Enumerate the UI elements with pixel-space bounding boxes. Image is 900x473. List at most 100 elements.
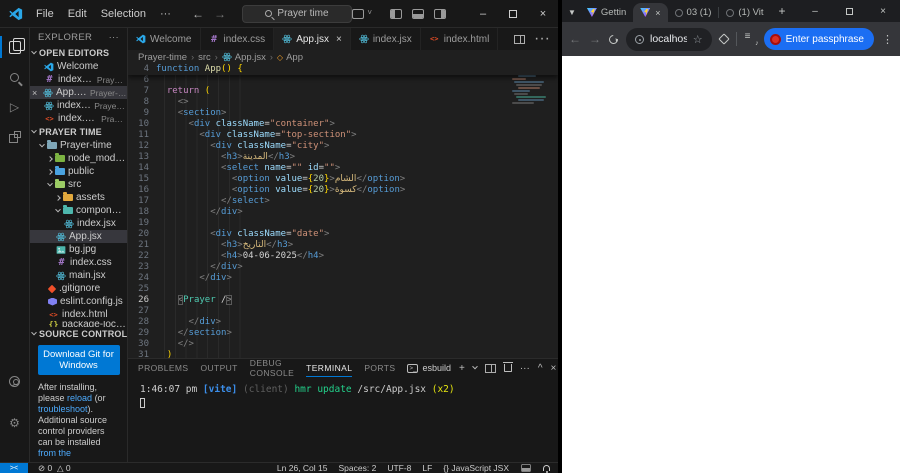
address-bar[interactable]: localhost:5173 ☆ [626, 28, 712, 51]
panel-tab-terminal[interactable]: TERMINAL [306, 359, 352, 377]
enter-passphrase-button[interactable]: Enter passphrase [764, 28, 874, 50]
reload-icon[interactable] [607, 33, 620, 46]
download-git-button[interactable]: Download Git for Windows [38, 345, 120, 375]
editor-more-actions-icon[interactable]: ··· [534, 30, 550, 48]
status-item[interactable]: LF [422, 463, 432, 473]
minimize-button[interactable]: – [468, 0, 498, 28]
activity-explorer-icon[interactable] [0, 32, 30, 62]
status-item[interactable]: Spaces: 2 [339, 463, 377, 473]
close-icon[interactable]: × [336, 34, 342, 45]
forward-arrow-icon[interactable]: → [214, 7, 226, 21]
close-icon[interactable]: × [655, 8, 660, 18]
command-search-input[interactable]: Prayer time [242, 5, 352, 23]
back-arrow-icon[interactable]: ← [192, 7, 204, 21]
browser-menu-icon[interactable]: ⋮ [882, 33, 893, 46]
kill-terminal-icon[interactable] [504, 364, 512, 372]
panel-tab-problems[interactable]: PROBLEMS [138, 359, 188, 377]
language-mode[interactable]: {} JavaScript JSX [443, 463, 509, 473]
panel-tab-debug-console[interactable]: DEBUG CONSOLE [250, 359, 294, 377]
problems-status[interactable]: ⊘ 0 △ 0 [38, 463, 71, 473]
close-button[interactable]: × [528, 0, 558, 28]
maximize-button[interactable] [498, 0, 528, 28]
tab-search-chevron-icon[interactable]: ▼ [568, 8, 576, 17]
terminal-profile[interactable]: >_ esbuild [407, 363, 451, 373]
browser-back-icon[interactable]: ← [569, 32, 581, 46]
tree-item[interactable]: .gitignore [30, 282, 127, 295]
open-editor-item[interactable]: #index.cssPrayer-... [30, 73, 127, 86]
tree-item[interactable]: node_modules [30, 152, 127, 165]
toggle-secondary-sidebar-icon[interactable] [434, 9, 446, 19]
tree-item[interactable]: App.jsx [30, 230, 127, 243]
browser-close-button[interactable]: × [866, 0, 900, 22]
scm-link[interactable]: troubleshoot [38, 404, 88, 414]
terminal-output[interactable]: 1:46:07 pm [vite] (client) hmr update /s… [128, 377, 558, 462]
tree-item[interactable]: assets [30, 191, 127, 204]
titlebar-menu-edit[interactable]: Edit [61, 0, 94, 28]
extensions-icon[interactable] [718, 33, 729, 44]
toggle-sidebar-icon[interactable] [390, 9, 402, 19]
browser-maximize-button[interactable] [832, 0, 866, 22]
panel-tab-output[interactable]: OUTPUT [200, 359, 237, 377]
editor-tab-index-jsx[interactable]: index.jsx [351, 28, 421, 50]
layout-status-icon[interactable] [521, 464, 531, 472]
browser-page-content[interactable] [562, 56, 900, 473]
tree-item[interactable]: components [30, 204, 127, 217]
customize-layout-icon[interactable] [352, 9, 364, 19]
tree-item[interactable]: public [30, 165, 127, 178]
status-item[interactable]: UTF-8 [387, 463, 411, 473]
tree-item[interactable]: eslint.config.js [30, 295, 127, 308]
tree-item[interactable]: main.jsx [30, 269, 127, 282]
breadcrumb-item[interactable]: Prayer-time [138, 52, 187, 63]
maximize-panel-icon[interactable]: ^ [538, 363, 543, 374]
activity-account-icon[interactable] [0, 366, 30, 396]
browser-tab[interactable]: 03 (1) [668, 3, 719, 22]
toggle-panel-icon[interactable] [412, 9, 424, 19]
browser-forward-icon[interactable]: → [589, 32, 601, 46]
url-text[interactable]: localhost:5173 [650, 33, 687, 45]
activity-settings-icon[interactable]: ⚙ [0, 408, 30, 438]
breadcrumb-item[interactable]: ◇App [277, 52, 303, 63]
close-panel-icon[interactable]: × [551, 363, 557, 374]
scm-link[interactable]: from the [38, 448, 71, 458]
editor-tab-welcome[interactable]: Welcome [128, 28, 201, 50]
editor-tab-app-jsx[interactable]: App.jsx× [274, 28, 351, 50]
activity-extensions-icon[interactable] [0, 122, 30, 152]
open-editor-item[interactable]: ×App.jsxPrayer-ti... [30, 86, 127, 99]
open-editor-item[interactable]: index.jsxPrayer-t... [30, 99, 127, 112]
breadcrumb-item[interactable]: App.jsx [222, 52, 266, 63]
activity-run-debug-icon[interactable]: ▷ [0, 92, 30, 122]
site-info-icon[interactable] [635, 35, 644, 44]
panel-tab-ports[interactable]: PORTS [364, 359, 395, 377]
terminal-dropdown-icon[interactable] [472, 364, 478, 370]
activity-search-icon[interactable] [0, 62, 30, 92]
scm-section-header[interactable]: SOURCE CONTROL: CHAN... [30, 327, 127, 341]
browser-tab[interactable]: (1) Vit [719, 3, 770, 22]
editor-tab-index-css[interactable]: #index.css [201, 28, 275, 50]
tree-item[interactable]: <>index.html [30, 308, 127, 321]
split-editor-icon[interactable] [514, 35, 525, 44]
bookmark-star-icon[interactable]: ☆ [693, 33, 703, 46]
new-terminal-icon[interactable]: + [459, 363, 465, 374]
media-controls-icon[interactable] [745, 34, 756, 44]
scm-link[interactable]: reload [67, 393, 92, 403]
open-editors-header[interactable]: OPEN EDITORS [30, 46, 127, 60]
editor-tab-index-html[interactable]: <>index.html [421, 28, 499, 50]
tree-item[interactable]: Prayer-time [30, 139, 127, 152]
new-tab-icon[interactable]: + [779, 4, 786, 18]
remote-indicator[interactable]: >< [0, 463, 28, 473]
tree-item[interactable]: #index.css [30, 256, 127, 269]
titlebar-menu-file[interactable]: File [29, 0, 61, 28]
tree-item[interactable]: src [30, 178, 127, 191]
panel-more-icon[interactable]: ··· [520, 363, 530, 374]
project-section-header[interactable]: PRAYER TIME [30, 125, 127, 139]
close-icon[interactable]: × [32, 88, 40, 98]
browser-tab[interactable]: × [633, 3, 667, 22]
status-item[interactable]: Ln 26, Col 15 [277, 463, 328, 473]
open-editor-item[interactable]: Welcome [30, 60, 127, 73]
notifications-bell-icon[interactable] [543, 465, 550, 471]
code-editor[interactable]: 4function App() { 67 return (8 <>9 <sect… [128, 64, 558, 358]
tree-item[interactable]: index.jsx [30, 217, 127, 230]
more-actions-icon[interactable]: ··· [109, 32, 119, 43]
breadcrumb-item[interactable]: src [198, 52, 211, 63]
titlebar-menu-selection[interactable]: Selection [94, 0, 153, 28]
